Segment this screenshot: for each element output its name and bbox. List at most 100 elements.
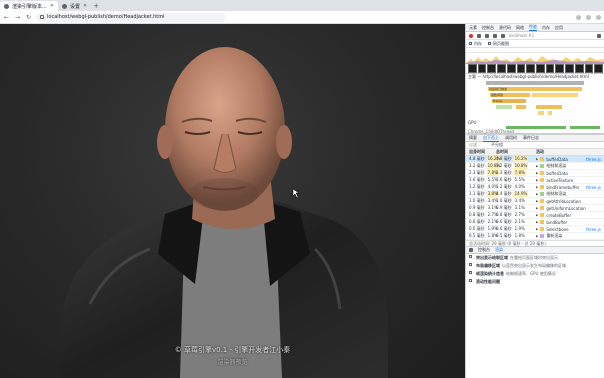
total-time-value: 2.3 毫秒 <box>496 170 512 175</box>
browser-tab-settings[interactable]: 设置 ✕ <box>58 1 91 11</box>
column-activity[interactable]: 活动 <box>536 149 601 155</box>
self-time-cell: 1.1 毫秒 3.8% <box>469 191 499 197</box>
checkbox-icon[interactable] <box>469 255 472 258</box>
new-tab-button[interactable]: + <box>91 1 101 11</box>
table-row[interactable]: 3.2 毫秒 10.8% 3.2 毫秒 10.8% ▶ 绘制和渲染 <box>466 163 604 170</box>
main-thread-flame-chart[interactable]: 主要 — http://localhost/webgl-publish/demo… <box>466 74 604 134</box>
tab-console[interactable]: 控制台 <box>482 25 494 31</box>
rendering-option[interactable]: 滚动性能问题 <box>466 278 604 286</box>
upload-icon[interactable] <box>493 33 497 38</box>
table-row[interactable]: 0.8 毫秒 2.7% 0.8 毫秒 2.7% ▶ createBuffer <box>466 212 604 219</box>
expand-arrow-icon[interactable]: ▶ <box>536 164 538 168</box>
tab-memory[interactable]: 内存 <box>542 25 550 31</box>
column-total-time[interactable]: 总时间 <box>496 149 536 155</box>
expand-arrow-icon[interactable]: ▶ <box>536 234 538 238</box>
expand-arrow-icon[interactable]: ▶ <box>536 206 538 210</box>
gpu-bar[interactable] <box>506 126 566 129</box>
expand-arrow-icon[interactable]: ▶ <box>536 185 538 189</box>
close-tab-icon[interactable]: ✕ <box>83 3 87 9</box>
tab-drawer-rendering[interactable]: 渲染 <box>495 247 503 253</box>
flame-frame[interactable]: Frame <box>492 99 526 103</box>
tab-application[interactable]: 应用 <box>555 25 563 31</box>
tab-summary[interactable]: 摘要 <box>469 135 477 141</box>
gpu-bar[interactable] <box>570 126 600 129</box>
checkbox-icon[interactable] <box>469 271 472 274</box>
option-screenshots[interactable]: 网页截图 <box>488 41 509 47</box>
gear-icon[interactable] <box>597 33 601 38</box>
tab-title: 渲染引擎版本... <box>12 3 47 10</box>
tab-sources[interactable]: 源代码 <box>499 25 511 31</box>
extension-icon[interactable] <box>576 14 581 20</box>
table-row[interactable]: 0.9 毫秒 3.1% 0.9 毫秒 3.1% ▶ getUniformLocation <box>466 205 604 212</box>
site-info-icon[interactable] <box>40 15 44 19</box>
tab-call-tree[interactable]: 调用树 <box>505 135 517 141</box>
table-row[interactable]: 0.6 毫秒 2.1% 0.6 毫秒 2.1% ▶ bindBuffer <box>466 219 604 226</box>
download-icon[interactable] <box>501 33 505 38</box>
flame-block[interactable] <box>538 111 544 115</box>
menu-icon[interactable] <box>596 14 601 20</box>
expand-arrow-icon[interactable]: ▶ <box>536 199 538 203</box>
clear-icon[interactable] <box>485 33 489 38</box>
flame-animation-frame[interactable]: 动画帧已触发 <box>488 87 582 91</box>
profile-avatar[interactable] <box>586 14 591 20</box>
forward-icon[interactable]: → <box>14 14 21 21</box>
browser-tab-active[interactable]: 渲染引擎版本... ✕ <box>0 1 58 11</box>
expand-arrow-icon[interactable]: ▶ <box>536 220 538 224</box>
column-self-time[interactable]: 自身时间 <box>469 149 496 155</box>
expand-arrow-icon[interactable]: ▶ <box>536 157 538 161</box>
source-link[interactable]: three.js <box>586 227 601 232</box>
expand-arrow-icon[interactable]: ▶ <box>536 171 538 175</box>
tab-performance[interactable]: 性能 <box>529 24 537 31</box>
profile-select[interactable]: localhost #1 <box>509 33 534 38</box>
back-icon[interactable]: ← <box>3 14 10 21</box>
flame-block[interactable] <box>496 105 512 109</box>
tab-event-log[interactable]: 事件日志 <box>523 135 539 141</box>
table-row[interactable]: 1.1 毫秒 3.8% 4.4 毫秒 14.9% ▶ 绘制和渲染 <box>466 191 604 198</box>
rendering-option[interactable]: 帧渲染统计信息 绘制帧速率、GPU 使用情况 <box>466 270 604 278</box>
tab-drawer-console[interactable]: 控制台 <box>478 247 490 253</box>
source-link[interactable]: three.js <box>586 157 601 162</box>
tab-network[interactable]: 网络 <box>516 25 524 31</box>
record-icon[interactable] <box>469 33 473 38</box>
flame-block[interactable] <box>516 105 526 109</box>
expand-arrow-icon[interactable]: ▶ <box>536 178 538 182</box>
checkbox-icon[interactable] <box>469 263 472 266</box>
reload-record-icon[interactable] <box>477 33 481 38</box>
table-row[interactable]: 1.2 毫秒 4.0% 1.2 毫秒 4.0% ▶ bindFramebuffer thre… <box>466 184 604 191</box>
expand-arrow-icon[interactable]: ▶ <box>536 192 538 196</box>
table-row[interactable]: 4.8 毫秒 16.2% 4.8 毫秒 16.2% ▶ bufferData three.j… <box>466 156 604 163</box>
expand-arrow-icon[interactable]: ▶ <box>536 227 538 231</box>
source-link[interactable]: three.js <box>586 185 601 190</box>
self-time-cell: 0.8 毫秒 2.7% <box>469 212 498 218</box>
address-bar[interactable]: localhost/webgl-publish/demo/Headjacket.… <box>36 12 226 22</box>
table-row[interactable]: 0.6 毫秒 1.9% 0.6 毫秒 1.9% ▶ Selectbone three.js <box>466 226 604 233</box>
flame-block[interactable] <box>548 111 552 115</box>
option-memory[interactable]: 内存 <box>469 41 482 47</box>
group-by-select[interactable]: 不分组 <box>491 142 503 148</box>
tab-bottom-up[interactable]: 自下而上 <box>483 135 499 142</box>
flame-block[interactable] <box>536 105 562 109</box>
drawer-menu-icon[interactable] <box>469 248 473 252</box>
reload-icon[interactable]: ↻ <box>25 14 32 21</box>
filter-input[interactable]: 过滤 <box>469 142 477 148</box>
timeline-overview[interactable]: · · · · · · <box>466 48 604 74</box>
flame-function-call[interactable]: 函数调用 <box>490 93 530 97</box>
rendering-option[interactable]: 布局偏移区域 以蓝色突出显示发生布局偏移的区域 <box>466 262 604 270</box>
flame-task[interactable] <box>486 81 584 85</box>
browser-toolbar: ← → ↻ localhost/webgl-publish/demo/Headj… <box>0 11 604 24</box>
table-row[interactable]: 2.3 毫秒 7.8% 2.3 毫秒 7.8% ▶ bufferData <box>466 170 604 177</box>
expand-arrow-icon[interactable]: ▶ <box>536 213 538 217</box>
close-tab-icon[interactable]: ✕ <box>50 3 54 9</box>
table-row[interactable]: 0.5 毫秒 1.8% 0.5 毫秒 1.8% ▶ 重新渲染 <box>466 233 604 240</box>
rendering-option[interactable]: 突出显示绘制区域 在重绘页面区域时突出显示 <box>466 254 604 262</box>
webgl-canvas[interactable]: © 草莓引擎v0.1 - 引擎开发者江小秦 渲染器预览 <box>0 24 465 378</box>
flame-block[interactable] <box>532 93 578 97</box>
activity-name: 绘制和渲染 <box>546 163 567 168</box>
table-row[interactable]: 1.0 毫秒 3.4% 1.0 毫秒 3.4% ▶ getAttribLocation <box>466 198 604 205</box>
activity-name: activeTexture <box>546 177 574 183</box>
tab-elements[interactable]: 元素 <box>469 25 477 31</box>
table-row[interactable]: 1.6 毫秒 5.5% 1.6 毫秒 5.5% ▶ activeTexture <box>466 177 604 184</box>
checkbox-icon[interactable] <box>469 279 472 282</box>
total-time-cell: 1.6 毫秒 5.5% <box>496 177 536 183</box>
total-time-cell: 0.5 毫秒 1.8% <box>496 233 536 239</box>
